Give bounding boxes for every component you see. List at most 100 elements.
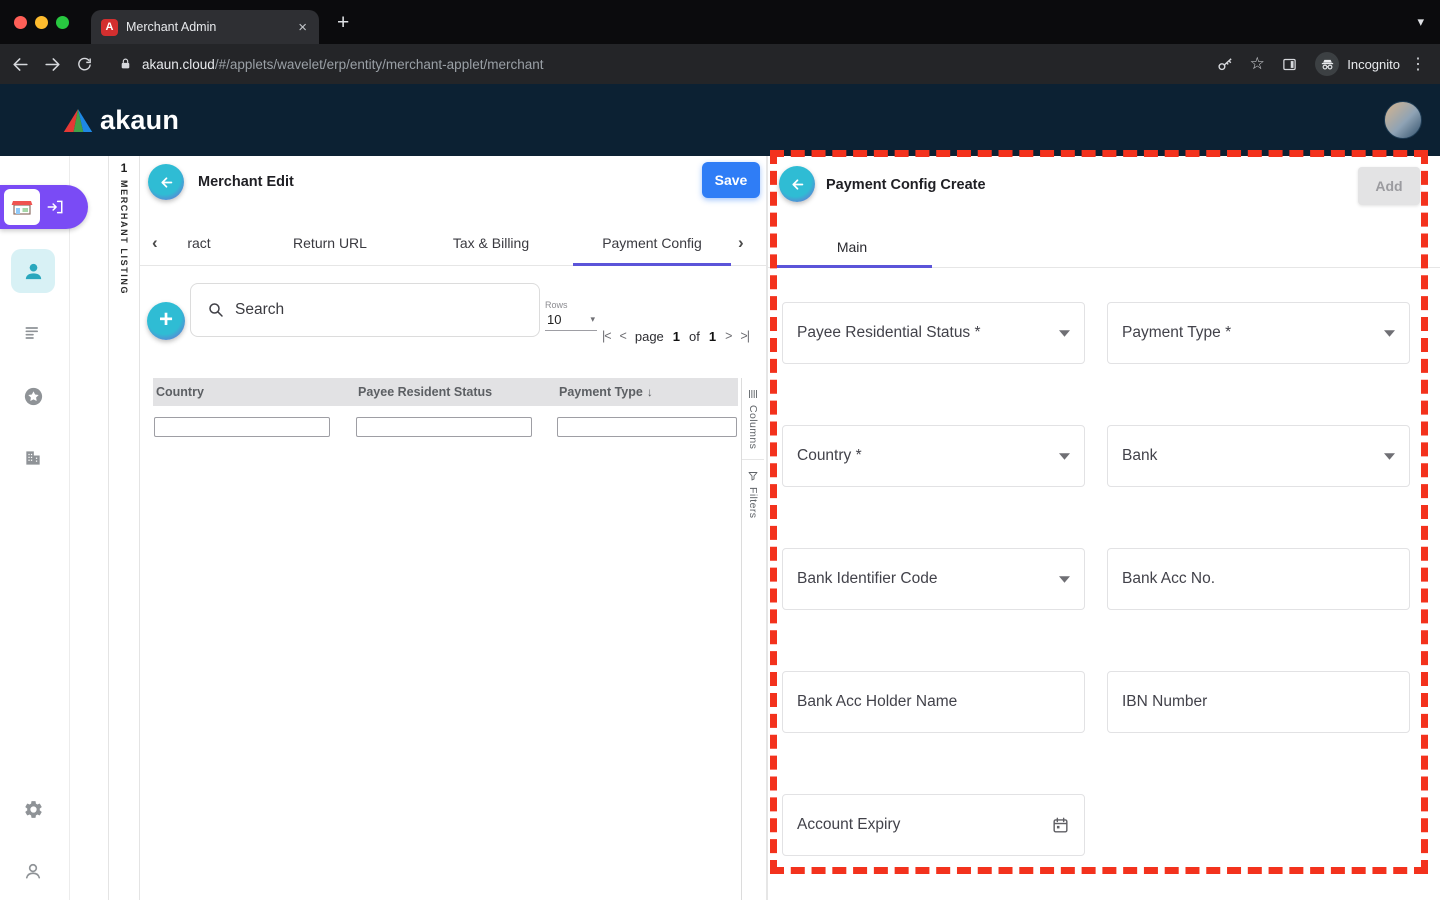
active-tab-underline <box>772 265 932 268</box>
field-bank[interactable]: Bank <box>1107 425 1410 487</box>
merchant-edit-back-button[interactable] <box>148 164 184 200</box>
url-text[interactable]: akaun.cloud/#/applets/wavelet/erp/entity… <box>142 57 544 72</box>
next-page-button[interactable]: > <box>725 329 732 343</box>
chevron-down-icon <box>1059 452 1070 460</box>
tab-payment-config[interactable]: Payment Config <box>582 220 722 266</box>
tab-favicon-icon: A <box>101 18 118 36</box>
tabs-scroll-left-icon[interactable]: ‹ <box>152 220 158 266</box>
filter-input-country[interactable] <box>154 417 330 437</box>
payment-config-create-panel: Payment Config Create Add Main Payee Res… <box>768 156 1440 900</box>
rows-value: 10 <box>547 312 562 327</box>
password-key-button[interactable] <box>1209 48 1241 80</box>
close-window-button[interactable] <box>14 15 27 29</box>
forward-button[interactable] <box>36 48 68 80</box>
current-page: 1 <box>672 328 681 344</box>
back-button[interactable] <box>4 48 36 80</box>
field-ibn-number[interactable]: IBN Number <box>1107 671 1410 733</box>
sidebar-item-list[interactable] <box>13 311 53 355</box>
payment-config-tabs: Main <box>768 226 1440 268</box>
field-bank-acc-holder-name[interactable]: Bank Acc Holder Name <box>782 671 1085 733</box>
new-tab-button[interactable]: + <box>337 12 349 33</box>
tab-contract[interactable]: ract <box>166 220 232 266</box>
sidebar-item-organization[interactable] <box>13 436 53 480</box>
first-page-button[interactable]: |< <box>602 329 611 343</box>
last-page-button[interactable]: >| <box>740 329 749 343</box>
add-payment-config-button[interactable]: + <box>147 302 185 340</box>
table-header: Country Payee Resident Status Payment Ty… <box>153 378 738 406</box>
search-box[interactable] <box>190 283 540 337</box>
browser-tab-strip: A Merchant Admin × + ▾ <box>0 0 1440 44</box>
column-header-payee-resident-status[interactable]: Payee Resident Status <box>355 385 556 399</box>
minimize-window-button[interactable] <box>35 15 48 29</box>
sidebar-item-merchant-listing[interactable] <box>0 185 88 229</box>
app-header: akaun <box>0 84 1440 156</box>
sidebar-item-account[interactable] <box>11 249 55 293</box>
chevron-down-icon <box>1059 329 1070 337</box>
url-path: /#/applets/wavelet/erp/entity/merchant-a… <box>214 56 544 72</box>
padlock-icon <box>121 58 129 69</box>
workspace-tab-strip[interactable]: 1 MERCHANT LISTING <box>108 156 140 900</box>
side-panel-icon <box>1282 58 1296 70</box>
tab-return-url[interactable]: Return URL <box>260 220 400 266</box>
panel-title: Payment Config Create <box>826 177 986 193</box>
total-pages: 1 <box>708 328 717 344</box>
filter-input-payee-resident-status[interactable] <box>356 417 532 437</box>
field-account-expiry[interactable]: Account Expiry <box>782 794 1085 856</box>
filter-input-payment-type[interactable] <box>557 417 737 437</box>
user-avatar[interactable] <box>1384 101 1422 139</box>
tab-search-chevron-icon[interactable]: ▾ <box>1417 14 1424 30</box>
incognito-label: Incognito <box>1347 56 1400 72</box>
chevron-down-icon <box>1059 575 1070 583</box>
search-input[interactable] <box>235 301 523 319</box>
sidebar-item-favorites[interactable] <box>13 374 53 418</box>
of-label: of <box>689 328 700 344</box>
incognito-icon <box>1315 52 1340 76</box>
akaun-logo-icon <box>63 108 93 132</box>
reload-button[interactable] <box>68 48 100 80</box>
browser-tab[interactable]: A Merchant Admin × <box>91 10 319 44</box>
tabs-scroll-right-icon[interactable]: › <box>738 220 744 266</box>
merchant-edit-panel: Merchant Edit Save ‹ ract Return URL Tax… <box>140 156 766 900</box>
lock-icon[interactable] <box>114 48 136 80</box>
workspace: 1 MERCHANT LISTING Merchant Edit Save ‹ … <box>0 150 1440 900</box>
field-payee-residential-status[interactable]: Payee Residential Status * <box>782 302 1085 364</box>
side-panel-button[interactable] <box>1273 48 1305 80</box>
search-icon <box>209 303 223 317</box>
field-payment-type[interactable]: Payment Type * <box>1107 302 1410 364</box>
prev-page-button[interactable]: < <box>620 329 627 343</box>
column-header-country[interactable]: Country <box>153 385 355 399</box>
filters-side-tab[interactable]: Filters <box>742 459 764 528</box>
login-arrow-icon <box>46 198 64 216</box>
payment-config-back-button[interactable] <box>779 166 815 202</box>
tab-tax-billing[interactable]: Tax & Billing <box>421 220 561 266</box>
field-bank-acc-no[interactable]: Bank Acc No. <box>1107 548 1410 610</box>
maximize-window-button[interactable] <box>56 15 69 29</box>
tab-close-icon[interactable]: × <box>296 19 309 36</box>
add-button[interactable]: Add <box>1358 167 1420 205</box>
sidebar-item-settings[interactable] <box>13 787 53 831</box>
support-person-icon <box>25 863 41 879</box>
bookmark-star-button[interactable]: ☆ <box>1241 48 1273 80</box>
calendar-icon <box>1051 816 1070 835</box>
field-bank-identifier-code[interactable]: Bank Identifier Code <box>782 548 1085 610</box>
rows-label: Rows <box>545 300 568 310</box>
table-filter-row <box>140 406 766 446</box>
rows-per-page-select[interactable]: Rows 10 ▾ <box>545 300 597 331</box>
browser-menu-button[interactable]: ⋮ <box>1410 54 1426 74</box>
list-icon <box>25 327 39 339</box>
chevron-down-icon: ▾ <box>590 314 595 324</box>
tab-main[interactable]: Main <box>772 226 932 268</box>
building-icon <box>26 451 40 465</box>
workspace-tab-label: MERCHANT LISTING <box>119 180 129 296</box>
column-header-payment-type[interactable]: Payment Type ↓ <box>556 385 738 399</box>
akaun-logo[interactable]: akaun <box>0 105 179 136</box>
save-button[interactable]: Save <box>702 162 760 198</box>
field-country[interactable]: Country * <box>782 425 1085 487</box>
incognito-badge: Incognito <box>1315 52 1400 76</box>
sidebar-item-support[interactable] <box>13 849 53 893</box>
active-tab-underline <box>573 263 731 266</box>
back-arrow-icon <box>12 57 28 71</box>
columns-side-tab[interactable]: Columns <box>742 378 764 459</box>
url-host: akaun.cloud <box>142 56 215 72</box>
tab-title: Merchant Admin <box>126 20 217 34</box>
